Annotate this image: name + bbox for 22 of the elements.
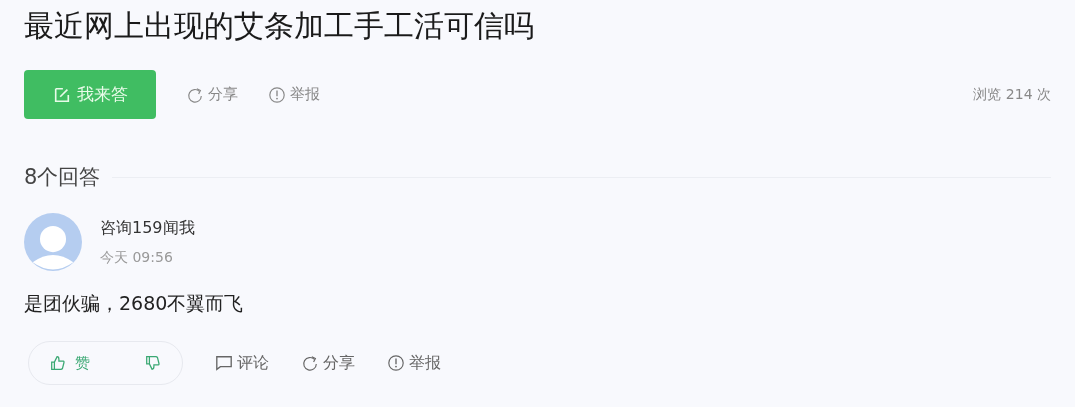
share-link[interactable]: 分享 bbox=[301, 352, 355, 374]
dislike-button[interactable] bbox=[144, 354, 162, 372]
question-title: 最近网上出现的艾条加工手工活可信吗 bbox=[24, 7, 535, 45]
warning-icon bbox=[387, 354, 405, 372]
edit-icon bbox=[52, 85, 71, 104]
author-name[interactable]: 咨询159闻我 bbox=[100, 217, 195, 239]
share-link[interactable]: 分享 bbox=[186, 85, 238, 104]
comment-link[interactable]: 评论 bbox=[215, 352, 269, 374]
report-link[interactable]: 举报 bbox=[268, 85, 320, 104]
report-link[interactable]: 举报 bbox=[387, 352, 441, 374]
avatar-icon bbox=[24, 213, 82, 271]
warning-icon bbox=[268, 85, 286, 104]
like-button[interactable]: 赞 bbox=[49, 353, 90, 373]
thumbs-up-icon bbox=[49, 354, 67, 372]
thumbs-down-icon bbox=[144, 354, 162, 372]
share-icon bbox=[186, 85, 204, 104]
answer-text: 是团伙骗，2680不翼而飞 bbox=[24, 291, 245, 316]
answer-time: 今天 09:56 bbox=[100, 248, 174, 267]
share-icon bbox=[301, 354, 319, 372]
view-count: 浏览 214 次 bbox=[973, 85, 1051, 104]
speech-bubble-icon bbox=[215, 354, 233, 372]
answer-count: 8个回答 bbox=[24, 164, 101, 191]
